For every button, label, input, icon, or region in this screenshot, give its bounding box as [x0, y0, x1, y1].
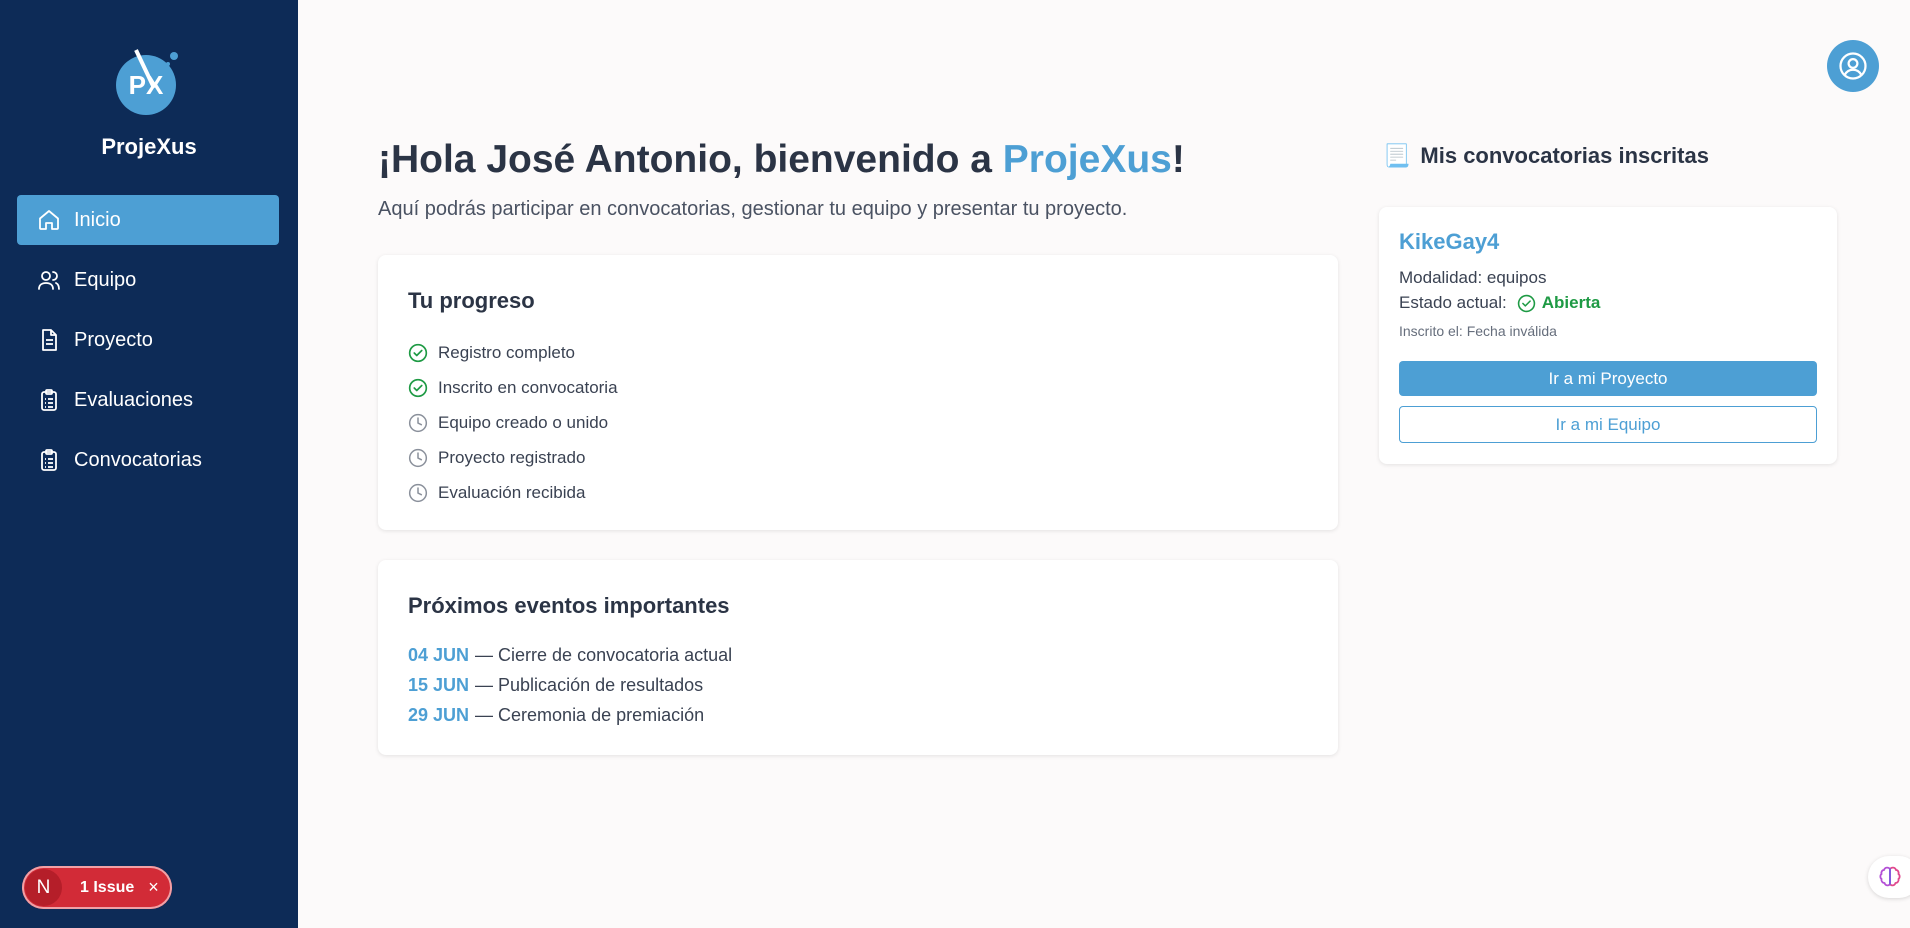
progress-label: Proyecto registrado [438, 447, 586, 467]
issues-badge[interactable]: N 1 Issue × [22, 866, 172, 909]
progress-list: Registro completo Inscrito en convocator… [408, 335, 618, 510]
convocatoria-name[interactable]: KikeGay4 [1399, 229, 1499, 255]
check-circle-icon [408, 378, 428, 397]
greeting-suffix: ! [1171, 138, 1185, 181]
sidebar-item-label: Equipo [74, 268, 137, 291]
go-to-team-button[interactable]: Ir a mi Equipo [1399, 406, 1817, 443]
greeting-brand: ProjeXus [1002, 138, 1172, 181]
event-date: 29 JUN [408, 704, 470, 725]
progress-label: Evaluación recibida [438, 482, 586, 502]
progress-item: Registro completo [408, 335, 618, 370]
logo-lettering: PX [129, 70, 164, 100]
sidebar: PX ProjeXus Inicio Equipo Proyecto Evalu… [0, 0, 298, 928]
progress-label: Inscrito en convocatoria [438, 377, 618, 397]
progress-item: Proyecto registrado [408, 440, 618, 475]
progress-card: Tu progreso Registro completo Inscrito e… [378, 255, 1338, 530]
estado-value: Abierta [1541, 293, 1601, 312]
progress-item: Equipo creado o unido [408, 405, 618, 440]
progress-item: Inscrito en convocatoria [408, 370, 618, 405]
check-circle-icon [1517, 294, 1535, 312]
issues-count: 1 Issue [80, 878, 135, 896]
nextjs-icon: N [25, 869, 62, 906]
sidebar-item-label: Evaluaciones [74, 388, 193, 411]
greeting-prefix: ¡Hola José Antonio, bienvenido a [378, 138, 1003, 181]
events-title: Próximos eventos importantes [408, 593, 730, 618]
clipboard-list-icon [41, 389, 57, 411]
users-icon [38, 271, 60, 290]
clock-icon [408, 448, 428, 467]
sidebar-item-evaluaciones[interactable]: Evaluaciones [17, 375, 279, 425]
check-circle-icon [408, 343, 428, 362]
assistant-button[interactable] [1868, 856, 1910, 898]
progress-item: Evaluación recibida [408, 475, 618, 510]
sidebar-item-equipo[interactable]: Equipo [17, 255, 279, 305]
event-item: 29 JUN — Ceremonia de premiación [408, 700, 732, 730]
event-text: — Cierre de convocatoria actual [475, 644, 733, 665]
clock-icon [408, 413, 428, 432]
estado-label: Estado actual: [1399, 293, 1507, 312]
event-item: 04 JUN — Cierre de convocatoria actual [408, 640, 732, 670]
page-title: ¡Hola José Antonio, bienvenido a ProjeXu… [378, 138, 1185, 182]
event-text: — Ceremonia de premiación [475, 704, 705, 725]
event-date: 04 JUN [408, 644, 470, 665]
progress-title: Tu progreso [408, 288, 535, 313]
progress-label: Equipo creado o unido [438, 412, 609, 432]
sidebar-item-inicio[interactable]: Inicio [17, 195, 279, 245]
events-card: Próximos eventos importantes 04 JUN — Ci… [378, 560, 1338, 755]
convocatorias-title: 📃 Mis convocatorias inscritas [1383, 143, 1709, 169]
clipboard-list-icon [41, 449, 57, 471]
status-badge: Abierta [1517, 293, 1601, 313]
page-subtitle: Aquí podrás participar en convocatorias,… [378, 198, 1128, 220]
sidebar-item-label: Proyecto [74, 328, 153, 351]
clock-icon [408, 483, 428, 502]
progress-label: Registro completo [438, 342, 576, 362]
sidebar-item-label: Inicio [74, 208, 121, 231]
convocatoria-modalidad: Modalidad: equipos [1399, 268, 1547, 287]
brain-icon [1879, 866, 1901, 887]
convocatorias-title-text: Mis convocatorias inscritas [1420, 143, 1709, 168]
user-menu-button[interactable] [1827, 40, 1879, 92]
sidebar-item-label: Convocatorias [74, 448, 202, 471]
projexus-logo[interactable]: PX [110, 48, 180, 118]
document-icon: 📃 [1383, 143, 1411, 168]
convocatoria-estado: Estado actual: Abierta [1399, 293, 1600, 313]
go-to-project-button[interactable]: Ir a mi Proyecto [1399, 361, 1817, 396]
document-icon [42, 329, 57, 351]
brand-name: ProjeXus [101, 134, 197, 159]
sidebar-item-convocatorias[interactable]: Convocatorias [17, 435, 279, 485]
home-icon [39, 210, 59, 230]
sidebar-item-proyecto[interactable]: Proyecto [17, 315, 279, 365]
user-circle-icon [1839, 52, 1867, 80]
convocatoria-card: KikeGay4 Modalidad: equipos Estado actua… [1379, 207, 1837, 464]
inscrito-date: Inscrito el: Fecha inválida [1399, 323, 1557, 339]
sidebar-nav: Inicio Equipo Proyecto Evaluaciones Conv… [17, 195, 279, 495]
event-item: 15 JUN — Publicación de resultados [408, 670, 732, 700]
close-icon[interactable]: × [148, 877, 159, 898]
event-text: — Publicación de resultados [475, 674, 704, 695]
event-date: 15 JUN [408, 674, 470, 695]
events-list: 04 JUN — Cierre de convocatoria actual 1… [408, 640, 732, 730]
